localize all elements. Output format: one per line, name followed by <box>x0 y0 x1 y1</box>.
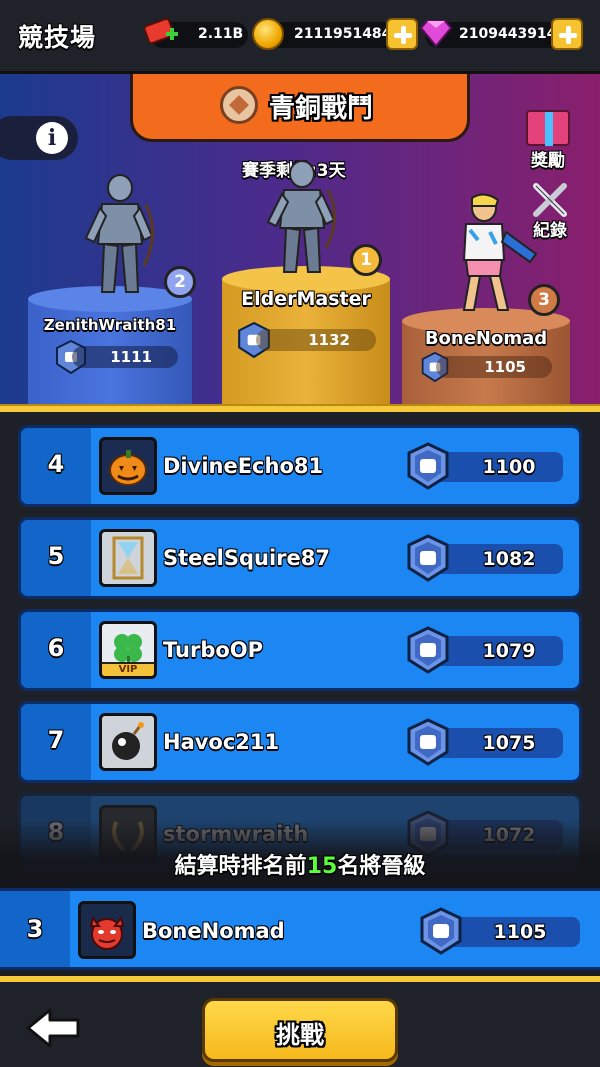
trophy-shield-icon <box>407 718 449 766</box>
my-player-name: BoneNomad <box>142 919 285 943</box>
gem-icon <box>419 20 453 48</box>
table-row[interactable]: 5 SteelSquire87 1082 <box>18 517 582 599</box>
podium-2nd-name: ZenithWraith81 <box>43 316 177 334</box>
my-rank-row[interactable]: 3 BoneNomad 1105 <box>0 888 600 970</box>
row-rank: 4 <box>47 450 65 478</box>
info-icon: i <box>36 122 68 154</box>
player-1st-avatar[interactable] <box>262 160 342 278</box>
row-score: 1082 <box>482 548 536 570</box>
trophy-shield-icon <box>407 442 449 490</box>
pumpkin-icon <box>99 437 157 495</box>
podium-3rd-score: 1105 <box>436 356 552 378</box>
row-player-name: TurboOP <box>163 638 264 662</box>
trophy-shield-icon <box>407 626 449 674</box>
podium-2nd-score: 1111 <box>72 346 178 368</box>
gem-counter: 2109443914 <box>419 18 583 50</box>
gold-counter: 2111951484 <box>252 18 418 50</box>
rewards-button[interactable]: 獎勵 <box>522 110 574 171</box>
top-bar: 競技場 2.11B 2111951484 2109443914 <box>0 0 600 74</box>
clover-icon: VIP <box>99 621 157 679</box>
podium-1st-name: ElderMaster <box>241 288 371 310</box>
my-score: 1105 <box>493 921 547 943</box>
my-rank: 3 <box>26 915 44 943</box>
bomb-icon <box>99 713 157 771</box>
info-button[interactable]: i <box>0 116 78 160</box>
rank-3-medal-icon: 3 <box>528 284 560 320</box>
vip-badge: VIP <box>102 662 154 676</box>
page-title: 競技場 <box>18 23 97 52</box>
back-arrow-icon[interactable] <box>26 1008 82 1048</box>
promotion-count: 15 <box>306 854 338 879</box>
ticket-counter: 2.11B <box>144 17 248 48</box>
row-rank: 6 <box>47 634 65 662</box>
rank-2-medal-icon: 2 <box>164 266 196 302</box>
podium-area: 青銅戰鬥 i 賽季剩餘:3天 獎勵 紀錄 <box>0 74 600 406</box>
ticket-value: 2.11B <box>198 26 244 42</box>
row-player-name: SteelSquire87 <box>163 546 330 570</box>
row-score: 1075 <box>482 732 536 754</box>
gem-value: 2109443914 <box>459 26 557 42</box>
row-rank: 7 <box>47 726 65 754</box>
devil-icon <box>78 901 136 959</box>
row-score: 1100 <box>482 456 536 478</box>
gold-coin-icon <box>252 18 284 50</box>
tier-banner: 青銅戰鬥 <box>130 74 470 142</box>
row-player-name: DivineEcho81 <box>163 454 324 478</box>
add-gem-button[interactable] <box>551 18 583 50</box>
gold-value: 2111951484 <box>294 26 392 42</box>
podium-1st-score: 1132 <box>256 329 376 351</box>
ticket-icon <box>144 17 178 45</box>
trophy-shield-icon <box>407 534 449 582</box>
tier-title: 青銅戰鬥 <box>269 94 374 124</box>
leaderboard-list[interactable]: 4 DivineEcho81 1100 5 SteelSquire87 1082… <box>0 412 600 888</box>
table-row[interactable]: 7 Havoc211 1075 <box>18 701 582 783</box>
bottom-bar: 挑戰 <box>0 976 600 1067</box>
hourglass-icon <box>99 529 157 587</box>
challenge-label: 挑戰 <box>276 1021 324 1049</box>
player-2nd-avatar[interactable] <box>80 174 160 298</box>
table-row[interactable]: 4 DivineEcho81 1100 <box>18 425 582 507</box>
gold-divider <box>0 404 600 412</box>
table-row[interactable]: 6 VIP TurboOP 1079 <box>18 609 582 691</box>
challenge-button[interactable]: 挑戰 <box>202 998 398 1062</box>
gift-icon <box>526 110 570 146</box>
trophy-shield-icon <box>420 907 462 955</box>
row-score: 1079 <box>482 640 536 662</box>
add-gold-button[interactable] <box>386 18 418 50</box>
rewards-label: 獎勵 <box>531 151 565 171</box>
bronze-emblem-icon <box>220 86 258 124</box>
rank-1-medal-icon: 1 <box>350 244 382 280</box>
promotion-notice: 結算時排名前15名將晉級 <box>174 854 426 879</box>
row-player-name: Havoc211 <box>163 730 280 754</box>
podium-3rd-name: BoneNomad <box>424 328 548 349</box>
row-rank: 5 <box>47 542 65 570</box>
